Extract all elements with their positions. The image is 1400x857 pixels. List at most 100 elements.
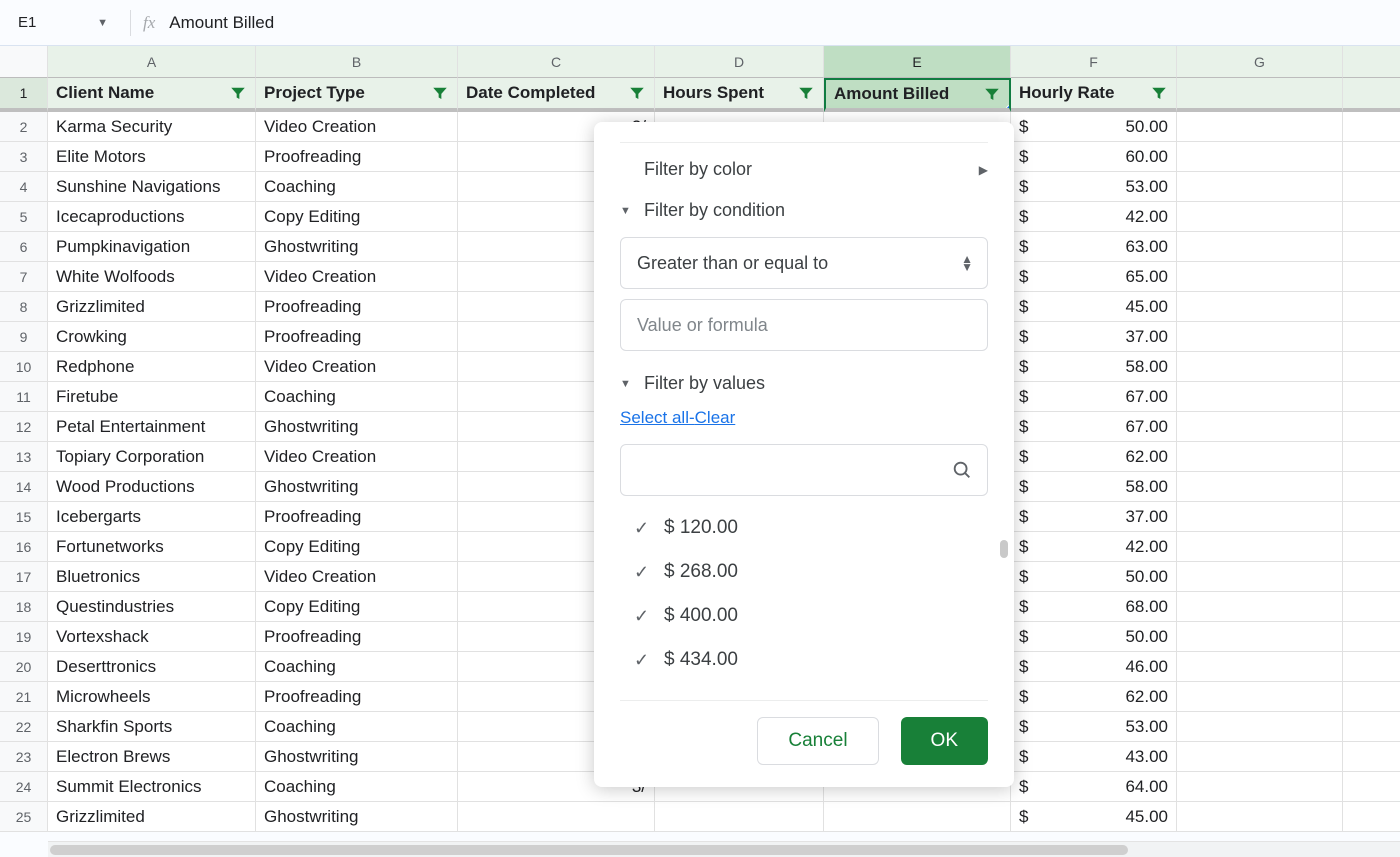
cell-H14[interactable] [1343, 472, 1400, 502]
cell-G10[interactable] [1177, 352, 1343, 382]
cell-F16[interactable]: $42.00 [1011, 532, 1177, 562]
cell-G18[interactable] [1177, 592, 1343, 622]
row-header-22[interactable]: 22 [0, 712, 48, 742]
row-header-20[interactable]: 20 [0, 652, 48, 682]
scrollbar-thumb[interactable] [50, 845, 1128, 855]
cell-F14[interactable]: $58.00 [1011, 472, 1177, 502]
row-header-7[interactable]: 7 [0, 262, 48, 292]
ok-button[interactable]: OK [901, 717, 988, 765]
column-header-G[interactable]: G [1177, 46, 1343, 78]
cell-B2[interactable]: Video Creation [256, 112, 458, 142]
cell-A14[interactable]: Wood Productions [48, 472, 256, 502]
cell-A20[interactable]: Deserttronics [48, 652, 256, 682]
cell-H12[interactable] [1343, 412, 1400, 442]
filter-icon[interactable] [431, 84, 449, 102]
cell-F25[interactable]: $45.00 [1011, 802, 1177, 832]
cell-A7[interactable]: White Wolfoods [48, 262, 256, 292]
cell-H8[interactable] [1343, 292, 1400, 322]
condition-select[interactable]: Greater than or equal to ▲▼ [620, 237, 988, 289]
cell-H22[interactable] [1343, 712, 1400, 742]
condition-value-input[interactable]: Value or formula [620, 299, 988, 351]
cell-A3[interactable]: Elite Motors [48, 142, 256, 172]
cell-H23[interactable] [1343, 742, 1400, 772]
column-header-H[interactable]: H [1343, 46, 1400, 78]
filter-icon[interactable] [1150, 84, 1168, 102]
cell-G3[interactable] [1177, 142, 1343, 172]
cell-H3[interactable] [1343, 142, 1400, 172]
row-header-23[interactable]: 23 [0, 742, 48, 772]
cell-H2[interactable] [1343, 112, 1400, 142]
row-header-18[interactable]: 18 [0, 592, 48, 622]
cell-A9[interactable]: Crowking [48, 322, 256, 352]
formula-content[interactable]: Amount Billed [169, 13, 274, 33]
column-header-E[interactable]: E [824, 46, 1011, 78]
cell-G20[interactable] [1177, 652, 1343, 682]
filter-search-input[interactable] [635, 459, 951, 481]
cell-G24[interactable] [1177, 772, 1343, 802]
row-header-12[interactable]: 12 [0, 412, 48, 442]
cell-A25[interactable]: Grizzlimited [48, 802, 256, 832]
cell-B11[interactable]: Coaching [256, 382, 458, 412]
filter-by-values-row[interactable]: ▼ Filter by values [594, 357, 1014, 404]
cell-G19[interactable] [1177, 622, 1343, 652]
row-header-15[interactable]: 15 [0, 502, 48, 532]
cell-A5[interactable]: Icecaproductions [48, 202, 256, 232]
cell-B22[interactable]: Coaching [256, 712, 458, 742]
row-header-9[interactable]: 9 [0, 322, 48, 352]
cell-F18[interactable]: $68.00 [1011, 592, 1177, 622]
cell-A15[interactable]: Icebergarts [48, 502, 256, 532]
header-cell-D[interactable]: Hours Spent [655, 78, 824, 112]
cell-G5[interactable] [1177, 202, 1343, 232]
cell-H10[interactable] [1343, 352, 1400, 382]
header-cell-A[interactable]: Client Name [48, 78, 256, 112]
cell-H24[interactable] [1343, 772, 1400, 802]
header-cell-H[interactable] [1343, 78, 1400, 112]
cell-H20[interactable] [1343, 652, 1400, 682]
cell-B17[interactable]: Video Creation [256, 562, 458, 592]
cell-B15[interactable]: Proofreading [256, 502, 458, 532]
cell-A12[interactable]: Petal Entertainment [48, 412, 256, 442]
cell-F2[interactable]: $50.00 [1011, 112, 1177, 142]
cell-F4[interactable]: $53.00 [1011, 172, 1177, 202]
cell-F9[interactable]: $37.00 [1011, 322, 1177, 352]
cell-B24[interactable]: Coaching [256, 772, 458, 802]
cell-G2[interactable] [1177, 112, 1343, 142]
cell-F12[interactable]: $67.00 [1011, 412, 1177, 442]
cell-F13[interactable]: $62.00 [1011, 442, 1177, 472]
cell-A17[interactable]: Bluetronics [48, 562, 256, 592]
filter-icon[interactable] [983, 85, 1001, 103]
cell-F17[interactable]: $50.00 [1011, 562, 1177, 592]
cell-B7[interactable]: Video Creation [256, 262, 458, 292]
cell-B21[interactable]: Proofreading [256, 682, 458, 712]
cell-C25[interactable] [458, 802, 655, 832]
row-header-13[interactable]: 13 [0, 442, 48, 472]
cell-A4[interactable]: Sunshine Navigations [48, 172, 256, 202]
filter-by-color-row[interactable]: Filter by color ▶ [594, 149, 1014, 190]
filter-search-box[interactable] [620, 444, 988, 496]
cell-B6[interactable]: Ghostwriting [256, 232, 458, 262]
row-header-14[interactable]: 14 [0, 472, 48, 502]
cell-B23[interactable]: Ghostwriting [256, 742, 458, 772]
cell-F6[interactable]: $63.00 [1011, 232, 1177, 262]
cell-A24[interactable]: Summit Electronics [48, 772, 256, 802]
cell-F24[interactable]: $64.00 [1011, 772, 1177, 802]
column-header-C[interactable]: C [458, 46, 655, 78]
cell-B25[interactable]: Ghostwriting [256, 802, 458, 832]
cell-G8[interactable] [1177, 292, 1343, 322]
cell-A16[interactable]: Fortunetworks [48, 532, 256, 562]
cell-G22[interactable] [1177, 712, 1343, 742]
cell-H16[interactable] [1343, 532, 1400, 562]
scrollbar-thumb[interactable] [1000, 540, 1008, 558]
row-header-17[interactable]: 17 [0, 562, 48, 592]
cell-H6[interactable] [1343, 232, 1400, 262]
row-header-24[interactable]: 24 [0, 772, 48, 802]
cell-G25[interactable] [1177, 802, 1343, 832]
filter-icon[interactable] [628, 84, 646, 102]
row-header-11[interactable]: 11 [0, 382, 48, 412]
filter-value-item[interactable]: ✓$ 120.00 [620, 506, 988, 550]
cell-F15[interactable]: $37.00 [1011, 502, 1177, 532]
column-header-A[interactable]: A [48, 46, 256, 78]
cell-F10[interactable]: $58.00 [1011, 352, 1177, 382]
row-header-5[interactable]: 5 [0, 202, 48, 232]
cell-A22[interactable]: Sharkfin Sports [48, 712, 256, 742]
